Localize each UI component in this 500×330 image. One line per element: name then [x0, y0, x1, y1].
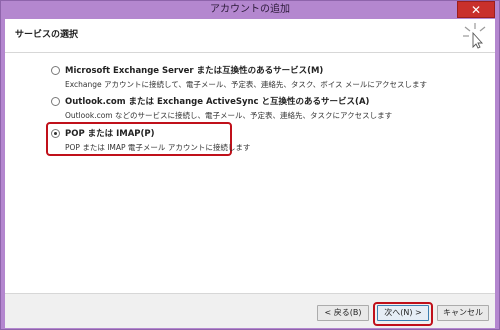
option-label: POP または IMAP(P): [65, 129, 155, 139]
add-account-dialog: アカウントの追加 ✕ サービスの選択 Microsoft Exchange Se…: [0, 0, 500, 330]
window-title: アカウントの追加: [210, 4, 290, 15]
sparkle-cursor-icon: [463, 23, 486, 49]
option-description: Outlook.com などのサービスに接続し、電子メール、予定表、連絡先、タス…: [65, 111, 393, 120]
option-description: Exchange アカウントに接続して、電子メール、予定表、連絡先、タスク、ボイ…: [65, 80, 428, 89]
option-label: Outlook.com または Exchange ActiveSync と互換性…: [65, 97, 370, 107]
dialog-header: サービスの選択: [5, 19, 495, 53]
radio-outlook-com[interactable]: [51, 97, 60, 106]
next-button[interactable]: 次へ(N) >: [377, 305, 429, 321]
page-title: サービスの選択: [15, 30, 79, 40]
dialog-body: Microsoft Exchange Server または互換性のあるサービス(…: [5, 53, 495, 293]
dialog-footer: < 戻る(B) 次へ(N) > キャンセル: [5, 293, 495, 328]
close-icon: ✕: [470, 3, 482, 17]
option-description: POP または IMAP 電子メール アカウントに接続します: [65, 143, 251, 152]
radio-exchange[interactable]: [51, 66, 60, 75]
cancel-button[interactable]: キャンセル: [437, 305, 489, 321]
back-button[interactable]: < 戻る(B): [317, 305, 369, 321]
option-label: Microsoft Exchange Server または互換性のあるサービス(…: [65, 66, 324, 76]
radio-pop-imap[interactable]: [51, 129, 60, 138]
close-button[interactable]: ✕: [457, 1, 495, 18]
